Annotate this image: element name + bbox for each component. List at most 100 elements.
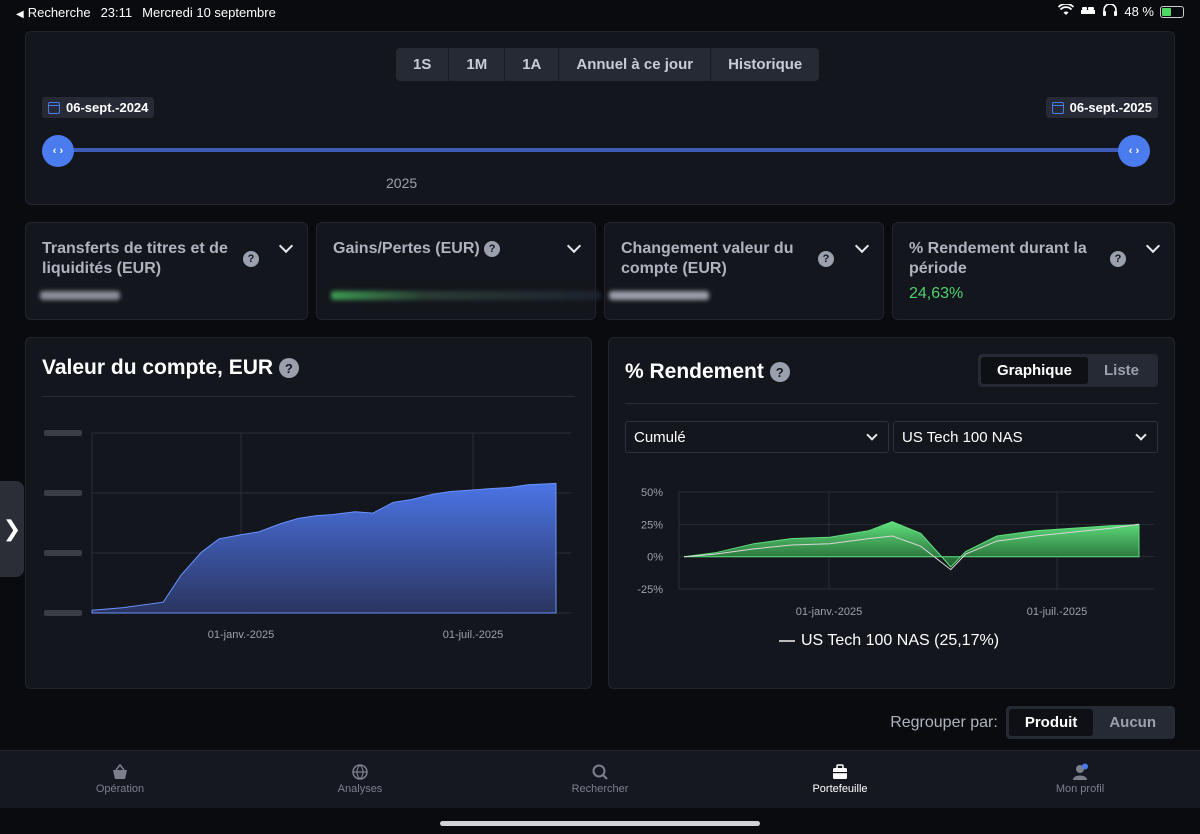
stat-card-value-change[interactable]: Changement valeur du compte (EUR) ? bbox=[604, 222, 884, 320]
end-date: 06-sept.-2025 bbox=[1069, 100, 1152, 115]
calendar-icon bbox=[48, 101, 60, 114]
chevron-down-icon[interactable] bbox=[854, 238, 870, 254]
hidden-y-tick bbox=[44, 610, 82, 616]
help-icon[interactable]: ? bbox=[278, 358, 299, 379]
tab-label: Portefeuille bbox=[812, 783, 868, 795]
range-end-handle[interactable]: ‹ › bbox=[1118, 135, 1150, 167]
hidden-value bbox=[609, 291, 709, 300]
date-range-panel: 1S 1M 1A Annuel à ce jour Historique 06-… bbox=[25, 31, 1175, 205]
hidden-value bbox=[40, 291, 120, 300]
divider bbox=[42, 396, 575, 397]
portfolio-return-area bbox=[683, 521, 1140, 568]
chevron-down-icon bbox=[866, 429, 878, 441]
tab-label: Rechercher bbox=[571, 783, 629, 795]
tab-operation[interactable]: Opération bbox=[50, 763, 190, 795]
globe-star-icon bbox=[352, 764, 368, 780]
account-value-title: Valeur du compte, EUR ? bbox=[42, 356, 299, 380]
help-icon[interactable]: ? bbox=[484, 240, 501, 257]
stat-card-return[interactable]: % Rendement durant la période ? 24,63% bbox=[892, 222, 1175, 320]
y-tick-label: 0% bbox=[647, 552, 663, 564]
calendar-icon bbox=[1051, 101, 1064, 114]
y-tick-label: -25% bbox=[637, 584, 663, 596]
status-date: Mercredi 10 septembre bbox=[142, 5, 276, 20]
profile-icon bbox=[1073, 763, 1088, 780]
divider bbox=[625, 403, 1158, 404]
returns-title: % Rendement ? bbox=[625, 360, 790, 384]
tab-label: Mon profil bbox=[1055, 783, 1105, 795]
account-value-title-text: Valeur du compte, EUR bbox=[42, 356, 274, 379]
view-toggle: Graphique Liste bbox=[977, 354, 1158, 387]
period-history-button[interactable]: Historique bbox=[711, 48, 819, 81]
period-1a-button[interactable]: 1A bbox=[505, 48, 560, 81]
battery-percent: 48 % bbox=[1124, 4, 1154, 19]
hidden-value bbox=[331, 291, 601, 300]
chevron-down-icon[interactable] bbox=[278, 238, 294, 254]
legend-label: US Tech 100 NAS (25,17%) bbox=[801, 632, 1000, 649]
battery-icon bbox=[1160, 5, 1184, 18]
period-selector: 1S 1M 1A Annuel à ce jour Historique bbox=[396, 48, 820, 81]
help-icon[interactable]: ? bbox=[1110, 251, 1126, 267]
benchmark-value: US Tech 100 NAS bbox=[902, 428, 1023, 446]
briefcase-icon bbox=[833, 764, 847, 779]
help-icon[interactable]: ? bbox=[243, 251, 259, 267]
account-value-area bbox=[91, 482, 557, 614]
chart-legend[interactable]: US Tech 100 NAS (25,17%) bbox=[779, 632, 999, 650]
benchmark-select[interactable]: US Tech 100 NAS bbox=[893, 421, 1158, 453]
chevron-down-icon[interactable] bbox=[566, 238, 582, 254]
search-icon bbox=[592, 764, 608, 780]
group-none-button[interactable]: Aucun bbox=[1093, 709, 1172, 736]
tab-portfolio[interactable]: Portefeuille bbox=[770, 763, 910, 795]
group-product-button[interactable]: Produit bbox=[1008, 709, 1094, 736]
end-date-chip[interactable]: 06-sept.-2025 bbox=[1045, 97, 1158, 118]
legend-line-icon bbox=[779, 640, 795, 642]
x-tick-label: 01-janv.-2025 bbox=[796, 606, 862, 618]
tab-label: Analyses bbox=[337, 783, 383, 795]
group-by-label: Regrouper par: bbox=[890, 713, 998, 731]
hidden-y-tick bbox=[44, 490, 82, 496]
returns-title-text: % Rendement bbox=[625, 360, 764, 383]
tab-label: Opération bbox=[95, 783, 145, 795]
group-by-selector: Produit Aucun bbox=[1005, 706, 1175, 739]
start-date-chip[interactable]: 06-sept.-2024 bbox=[42, 97, 155, 118]
year-marker-label: 2025 bbox=[386, 175, 418, 191]
returns-chart: 50% 25% 0% -25% 01-janv.-2025 01-juil.-2025 bbox=[637, 487, 1154, 618]
tab-bar: Opération Analyses Rechercher Portefeuil… bbox=[0, 750, 1200, 808]
help-icon[interactable]: ? bbox=[818, 251, 834, 267]
x-tick-label: 01-juil.-2025 bbox=[443, 629, 504, 641]
chevron-right-icon: ❯ bbox=[2, 516, 22, 541]
back-to-search-link[interactable]: Recherche bbox=[16, 5, 91, 20]
return-value: 24,63% bbox=[909, 285, 964, 302]
stat-title-text: Gains/Pertes (EUR) bbox=[333, 240, 480, 257]
help-icon[interactable]: ? bbox=[769, 362, 790, 383]
group-by-control: Regrouper par: Produit Aucun bbox=[890, 706, 1175, 739]
start-date: 06-sept.-2024 bbox=[66, 100, 149, 115]
period-ytd-button[interactable]: Annuel à ce jour bbox=[559, 48, 712, 81]
y-tick-label: 50% bbox=[641, 487, 663, 499]
returns-panel: % Rendement ? Graphique Liste Cumulé US … bbox=[608, 337, 1175, 689]
return-mode-select[interactable]: Cumulé bbox=[625, 421, 889, 453]
status-time: 23:11 bbox=[100, 5, 133, 20]
tab-profile[interactable]: Mon profil bbox=[1010, 763, 1150, 795]
stat-card-transfers[interactable]: Transferts de titres et de liquidités (E… bbox=[25, 222, 308, 320]
range-start-handle[interactable]: ‹ › bbox=[42, 135, 74, 167]
period-1m-button[interactable]: 1M bbox=[449, 48, 506, 81]
side-drawer-handle[interactable]: ❯ bbox=[0, 481, 24, 577]
y-tick-label: 25% bbox=[641, 519, 663, 531]
stat-title: Changement valeur du compte (EUR) bbox=[621, 240, 794, 277]
headphones-icon bbox=[1102, 3, 1118, 19]
stat-card-gains[interactable]: Gains/Pertes (EUR) ? bbox=[316, 222, 601, 320]
period-1s-button[interactable]: 1S bbox=[396, 48, 450, 81]
tab-search[interactable]: Rechercher bbox=[530, 763, 670, 795]
stat-title: Gains/Pertes (EUR) ? bbox=[333, 239, 501, 259]
range-slider-track[interactable] bbox=[58, 148, 1134, 152]
chevron-down-icon[interactable] bbox=[1145, 238, 1161, 254]
status-bar: Recherche 23:11 Mercredi 10 septembre 48… bbox=[0, 0, 1200, 24]
hidden-y-tick bbox=[44, 430, 82, 436]
wifi-icon bbox=[1058, 3, 1075, 19]
x-tick-label: 01-janv.-2025 bbox=[208, 629, 274, 641]
view-list-button[interactable]: Liste bbox=[1088, 357, 1155, 384]
stat-title: % Rendement durant la période bbox=[909, 240, 1087, 277]
tab-analyses[interactable]: Analyses bbox=[290, 763, 430, 795]
view-chart-button[interactable]: Graphique bbox=[980, 357, 1088, 384]
account-value-chart: 01-janv.-2025 01-juil.-2025 bbox=[44, 430, 571, 641]
